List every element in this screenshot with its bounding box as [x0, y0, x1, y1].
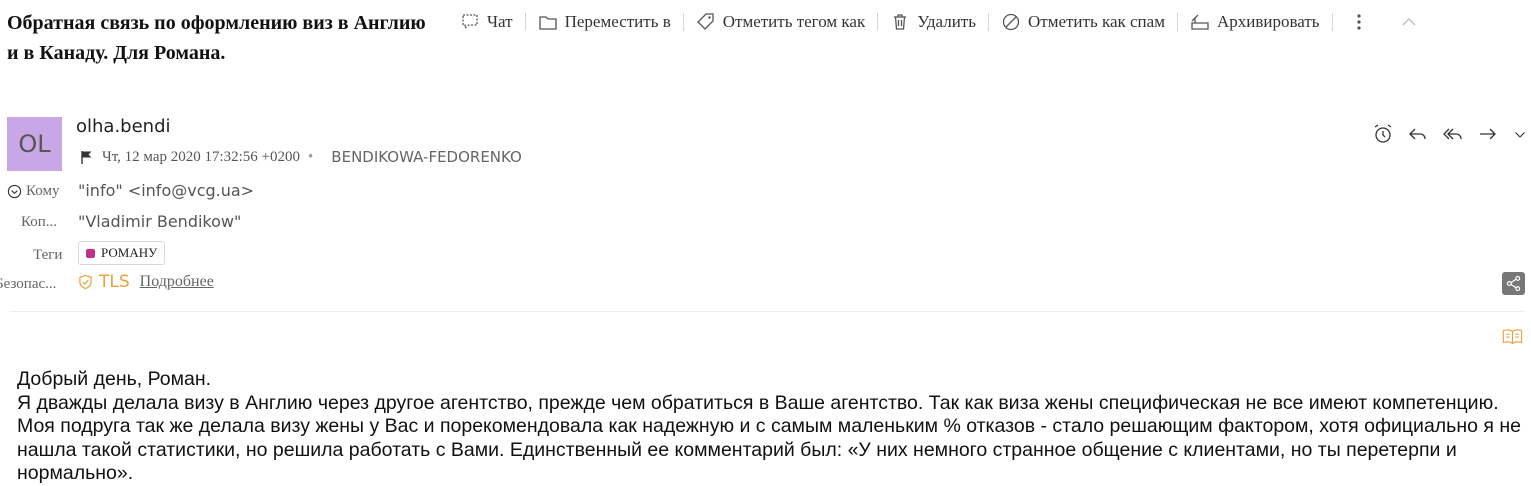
message-meta: Чт, 12 мар 2020 17:32:56 +0200 • BENDIKO… [80, 148, 522, 166]
toolbar-divider [987, 13, 989, 31]
chat-button[interactable]: Чат [460, 12, 513, 32]
message-toolbar: Чат Переместить в Отметить тегом как Уда… [460, 8, 1419, 36]
tag-icon [696, 13, 714, 30]
chat-icon [462, 14, 478, 30]
trash-icon [894, 14, 907, 30]
toolbar-divider [682, 13, 684, 31]
delete-button[interactable]: Удалить [890, 12, 976, 32]
tag-label: Отметить тегом как [722, 12, 866, 31]
tag-badge[interactable]: РОМАНУ [78, 241, 166, 265]
archive-icon [1191, 14, 1209, 30]
sender-organization: BENDIKOWA-FEDORENKO [331, 148, 522, 166]
to-row: Кому [7, 183, 59, 200]
shield-check-icon [79, 274, 92, 290]
book-open-icon [1502, 329, 1523, 345]
spam-button[interactable]: Отметить как спам [1001, 12, 1165, 32]
body-paragraph: Я дважды делала визу в Англию через друг… [17, 391, 1521, 485]
block-icon [1002, 13, 1020, 31]
tag-color-dot [86, 248, 95, 258]
security-details-link[interactable]: Подробнее [140, 273, 214, 291]
move-button[interactable]: Переместить в [538, 12, 671, 32]
reply-icon[interactable] [1406, 122, 1430, 146]
security-info: TLS Подробнее [78, 272, 214, 292]
chevron-up-icon [1402, 18, 1416, 26]
share-button[interactable] [1502, 272, 1525, 295]
sender-name[interactable]: olha.bendi [76, 116, 171, 137]
forward-icon[interactable] [1476, 122, 1500, 146]
folder-icon [538, 16, 557, 30]
message-date: Чт, 12 мар 2020 17:32:56 +0200 [102, 148, 301, 165]
collapse-header-button[interactable] [1399, 12, 1419, 32]
bullet-separator: • [308, 148, 314, 165]
tag-name: РОМАНУ [101, 245, 158, 260]
reader-mode-button[interactable] [1501, 326, 1524, 352]
more-menu-button[interactable] [1349, 12, 1369, 32]
to-label: Кому [26, 183, 60, 199]
message-subject: Обратная связь по оформлению виз в Англи… [7, 12, 426, 64]
expand-recipients-icon[interactable] [7, 184, 22, 199]
body-paragraph: Добрый день, Роман. [17, 368, 212, 390]
tls-value: TLS [99, 272, 130, 292]
spam-label: Отметить как спам [1027, 12, 1165, 31]
archive-label: Архивировать [1216, 12, 1320, 31]
flag-icon[interactable] [80, 150, 94, 164]
toolbar-divider [524, 13, 526, 31]
toolbar-divider [1176, 13, 1178, 31]
to-value[interactable]: "info" <info@vcg.ua> [78, 181, 254, 200]
security-label: Безопас... [0, 276, 57, 292]
archive-button[interactable]: Архивировать [1190, 12, 1320, 32]
chat-label: Чат [487, 12, 513, 31]
message-actions [1371, 122, 1529, 146]
delete-label: Удалить [917, 12, 976, 31]
tag-button[interactable]: Отметить тегом как [696, 12, 865, 32]
more-vertical-icon [1356, 14, 1361, 30]
cc-label: Коп... [21, 214, 58, 230]
avatar: OL [7, 117, 62, 171]
reply-all-icon[interactable] [1441, 122, 1465, 146]
chevron-down-icon[interactable] [1511, 122, 1529, 146]
move-label: Переместить в [564, 12, 671, 31]
message-body: Добрый день, Роман. Я дважды делала визу… [17, 368, 1522, 486]
alarm-clock-icon[interactable] [1371, 122, 1395, 146]
cc-value[interactable]: "Vladimir Bendikow" [78, 212, 241, 231]
share-icon [1506, 275, 1521, 292]
toolbar-divider [1331, 13, 1333, 31]
toolbar-divider [877, 13, 879, 31]
tags-label: Теги [33, 247, 63, 263]
header-divider [10, 311, 1525, 312]
